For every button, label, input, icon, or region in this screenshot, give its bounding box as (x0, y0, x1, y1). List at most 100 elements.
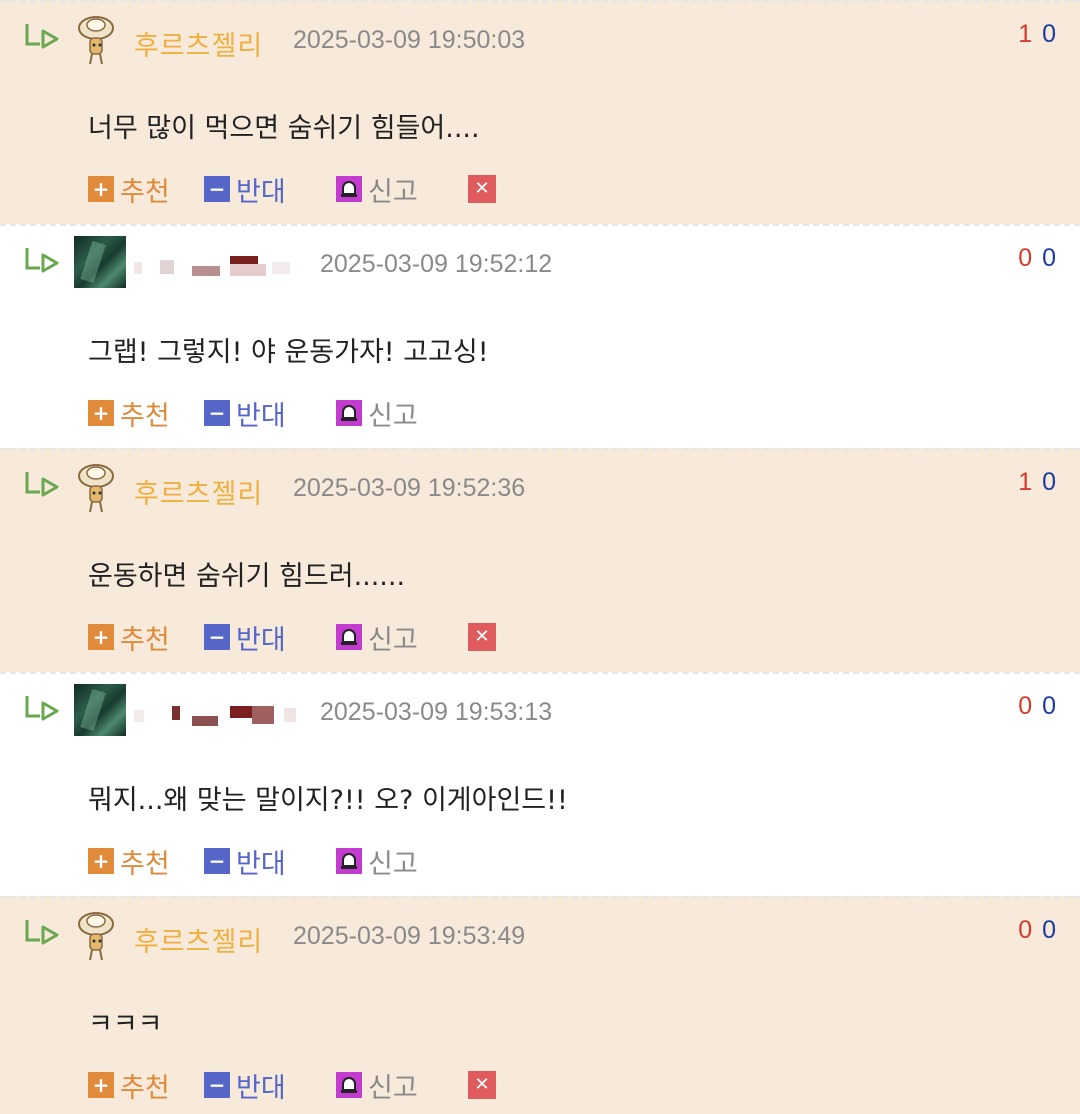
comment-header: 후르츠젤리 2025-03-09 19:53:49 00 (0, 898, 1080, 968)
recommend-label: 추천 (120, 848, 170, 880)
minus-icon: − (204, 1072, 230, 1098)
delete-button[interactable]: ✕ (468, 170, 496, 208)
comment-date: 2025-03-09 19:53:13 (320, 698, 553, 726)
plus-icon: + (88, 400, 114, 426)
oppose-button[interactable]: − 반대 (204, 842, 286, 880)
avatar[interactable] (74, 12, 118, 68)
comment-date: 2025-03-09 19:52:36 (293, 474, 526, 502)
author-nickname[interactable]: 후르츠젤리 (134, 920, 263, 959)
author-nickname-redacted[interactable] (134, 696, 304, 730)
comment-header: 후르츠젤리 2025-03-09 19:52:36 10 (0, 450, 1080, 520)
recommend-label: 추천 (120, 1072, 170, 1104)
close-icon: ✕ (468, 175, 496, 203)
siren-icon (336, 624, 362, 650)
delete-button[interactable]: ✕ (468, 1066, 496, 1104)
report-label: 신고 (368, 624, 418, 656)
author-nickname[interactable]: 후르츠젤리 (134, 472, 263, 511)
oppose-button[interactable]: − 반대 (204, 170, 286, 208)
oppose-label: 반대 (236, 176, 286, 208)
vote-counts: 10 (1018, 468, 1056, 497)
comment-date: 2025-03-09 19:53:49 (293, 922, 526, 950)
comment-list: 후르츠젤리 2025-03-09 19:50:03 10 너무 많이 먹으면 숨… (0, 0, 1080, 1114)
close-icon: ✕ (468, 1071, 496, 1099)
downvote-count: 0 (1042, 244, 1056, 272)
reply-arrow-icon (25, 696, 59, 721)
comment-item: 2025-03-09 19:53:13 00 뭐지...왜 맞는 말이지?!! … (0, 672, 1080, 896)
comment-text: ㅋㅋㅋ (88, 1009, 163, 1040)
siren-icon (336, 1072, 362, 1098)
plus-icon: + (88, 176, 114, 202)
author-nickname[interactable]: 후르츠젤리 (134, 24, 263, 63)
oppose-label: 반대 (236, 624, 286, 656)
upvote-count: 0 (1018, 692, 1033, 720)
report-button[interactable]: 신고 (336, 1066, 418, 1104)
report-button[interactable]: 신고 (336, 618, 418, 656)
plus-icon: + (88, 1072, 114, 1098)
oppose-button[interactable]: − 반대 (204, 618, 286, 656)
comment-text: 뭐지...왜 맞는 말이지?!! 오? 이게아인드!! (88, 785, 568, 816)
minus-icon: − (204, 400, 230, 426)
vote-counts: 00 (1018, 916, 1056, 945)
comment-date: 2025-03-09 19:50:03 (293, 26, 526, 54)
comment-actions: + 추천 − 반대 신고 (88, 842, 688, 880)
report-label: 신고 (368, 848, 418, 880)
author-nickname-redacted[interactable] (134, 248, 304, 282)
oppose-button[interactable]: − 반대 (204, 394, 286, 432)
downvote-count: 0 (1042, 468, 1056, 496)
siren-icon (336, 176, 362, 202)
plus-icon: + (88, 848, 114, 874)
reply-arrow-icon (25, 472, 59, 497)
avatar[interactable] (74, 908, 118, 964)
plus-icon: + (88, 624, 114, 650)
comment-item: 2025-03-09 19:52:12 00 그랩! 그렇지! 야 운동가자! … (0, 224, 1080, 448)
recommend-button[interactable]: + 추천 (88, 394, 170, 432)
comment-actions: + 추천 − 반대 신고 ✕ (88, 1066, 688, 1104)
report-label: 신고 (368, 1072, 418, 1104)
comment-text: 그랩! 그렇지! 야 운동가자! 고고싱! (88, 337, 489, 368)
vote-counts: 00 (1018, 692, 1056, 721)
siren-icon (336, 848, 362, 874)
upvote-count: 1 (1018, 468, 1033, 496)
oppose-button[interactable]: − 반대 (204, 1066, 286, 1104)
report-button[interactable]: 신고 (336, 170, 418, 208)
comment-actions: + 추천 − 반대 신고 ✕ (88, 618, 688, 656)
oppose-label: 반대 (236, 400, 286, 432)
comment-header: 후르츠젤리 2025-03-09 19:50:03 10 (0, 2, 1080, 72)
comment-text: 너무 많이 먹으면 숨쉬기 힘들어.... (88, 113, 480, 144)
comment-header: 2025-03-09 19:52:12 00 (0, 226, 1080, 296)
recommend-label: 추천 (120, 176, 170, 208)
comment-item: 후르츠젤리 2025-03-09 19:52:36 10 운동하면 숨쉬기 힘드… (0, 448, 1080, 672)
comment-item: 후르츠젤리 2025-03-09 19:50:03 10 너무 많이 먹으면 숨… (0, 0, 1080, 224)
comment-header: 2025-03-09 19:53:13 00 (0, 674, 1080, 744)
delete-button[interactable]: ✕ (468, 618, 496, 656)
reply-arrow-icon (25, 24, 59, 49)
recommend-button[interactable]: + 추천 (88, 842, 170, 880)
report-button[interactable]: 신고 (336, 842, 418, 880)
close-icon: ✕ (468, 623, 496, 651)
downvote-count: 0 (1042, 692, 1056, 720)
comment-text: 운동하면 숨쉬기 힘드러...... (88, 561, 406, 592)
comment-date: 2025-03-09 19:52:12 (320, 250, 553, 278)
avatar[interactable] (74, 460, 118, 516)
comment-actions: + 추천 − 반대 신고 (88, 394, 688, 432)
comment-actions: + 추천 − 반대 신고 ✕ (88, 170, 688, 208)
recommend-button[interactable]: + 추천 (88, 170, 170, 208)
reply-arrow-icon (25, 920, 59, 945)
minus-icon: − (204, 848, 230, 874)
upvote-count: 1 (1018, 20, 1033, 48)
minus-icon: − (204, 624, 230, 650)
recommend-label: 추천 (120, 400, 170, 432)
recommend-button[interactable]: + 추천 (88, 618, 170, 656)
vote-counts: 10 (1018, 20, 1056, 49)
upvote-count: 0 (1018, 916, 1033, 944)
upvote-count: 0 (1018, 244, 1033, 272)
vote-counts: 00 (1018, 244, 1056, 273)
avatar[interactable] (74, 684, 126, 736)
recommend-button[interactable]: + 추천 (88, 1066, 170, 1104)
report-label: 신고 (368, 176, 418, 208)
avatar[interactable] (74, 236, 126, 288)
recommend-label: 추천 (120, 624, 170, 656)
oppose-label: 반대 (236, 1072, 286, 1104)
report-button[interactable]: 신고 (336, 394, 418, 432)
downvote-count: 0 (1042, 916, 1056, 944)
